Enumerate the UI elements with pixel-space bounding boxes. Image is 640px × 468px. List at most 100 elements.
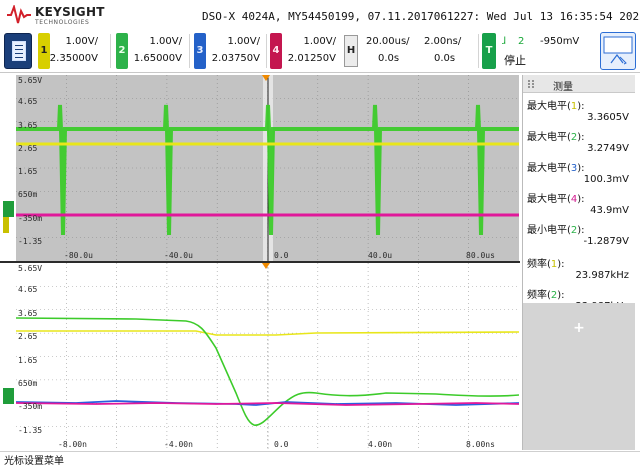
y-axis-label: 2.65	[18, 332, 38, 342]
measurement-name: 最大电平(1):	[527, 101, 585, 112]
measurement-name: 最大电平(3):	[527, 163, 585, 174]
y-axis-label: -350m	[18, 402, 43, 412]
y-axis-label: -350m	[18, 213, 43, 223]
touch-toggle-button[interactable]	[600, 32, 636, 70]
zoom-channel-2-ground-marker[interactable]	[3, 388, 14, 404]
y-axis-label: -1.35	[18, 236, 43, 246]
measurement-name: 频率(1):	[527, 259, 565, 270]
measurement-panel: 测量 最大电平(1): 3.3605V 最大电平(2): 3.2749V 最大电平(3)…	[522, 75, 635, 450]
x-axis-label: -8.00n	[58, 440, 87, 449]
measurement-item[interactable]: 最大电平(4): 43.9mV	[527, 190, 633, 222]
instrument-title: DSO-X 4024A, MY54450199, 07.11.201706122…	[202, 10, 640, 23]
measurement-value: 23.987kHz	[575, 270, 629, 281]
y-axis-label: 5.65V	[18, 264, 43, 273]
footer-divider	[0, 451, 640, 452]
channel-3-scale: 1.00V/	[227, 36, 260, 47]
x-axis-label: 0.0	[274, 440, 289, 449]
channel-4-offset: 2.01250V	[287, 53, 336, 64]
trigger-tag: T	[482, 33, 496, 69]
separator	[189, 34, 190, 68]
zoom-waveform-plot	[16, 263, 519, 450]
trigger-position-marker[interactable]	[262, 75, 270, 81]
measurement-panel-title: 测量	[553, 82, 573, 93]
channel-4-tag: 4	[270, 33, 282, 69]
y-axis-label: 1.65	[18, 355, 38, 365]
x-axis-label: 80.0us	[466, 251, 495, 260]
horizontal-main-scale: 20.00us/	[366, 36, 410, 47]
y-axis-label: -1.35	[18, 425, 43, 435]
channel-2-ground-marker[interactable]	[3, 201, 14, 217]
separator	[110, 34, 111, 68]
horizontal-zoom-scale: 2.00ns/	[424, 36, 462, 47]
main-menu-button[interactable]	[4, 33, 32, 69]
softkey-menu-label: 光标设置菜单	[4, 456, 64, 467]
separator	[478, 34, 479, 68]
x-axis-label: 4.00n	[368, 440, 393, 449]
x-axis-label: 40.0u	[368, 251, 393, 260]
channel-1-offset: 2.35000V	[49, 53, 98, 64]
channel-4-control[interactable]: 4 1.00V/ 2.01250V	[270, 33, 340, 69]
x-axis-label: -4.00n	[164, 440, 193, 449]
measurement-value: 3.3605V	[587, 112, 629, 123]
channel-3-control[interactable]: 3 1.00V/ 2.03750V	[194, 33, 264, 69]
channel-1-tag: 1	[38, 33, 50, 69]
channel-2-tag: 2	[116, 33, 128, 69]
trigger-level: -950mV	[540, 36, 580, 47]
zoom-trigger-position-marker[interactable]	[262, 263, 270, 269]
channel-2-scale: 1.00V/	[149, 36, 182, 47]
measurement-item[interactable]: 最小电平(2): -1.2879V	[527, 221, 633, 253]
measurement-name: 最大电平(2):	[527, 132, 585, 143]
trigger-control[interactable]: T ɺ 2 -950mV 停止	[482, 33, 586, 69]
channel-3-tag: 3	[194, 33, 206, 69]
y-axis-label: 3.65	[18, 308, 38, 318]
zoom-waveform-window[interactable]	[16, 263, 519, 450]
y-axis-label: 650m	[18, 190, 38, 200]
channel-1-scale: 1.00V/	[65, 36, 98, 47]
horizontal-tag: H	[344, 35, 358, 67]
measurement-item[interactable]: 最大电平(2): 3.2749V	[527, 128, 633, 160]
add-measurement-button[interactable]: +	[523, 313, 635, 343]
y-axis-label: 3.65	[18, 120, 38, 130]
measurement-value: 43.9mV	[590, 205, 629, 216]
drag-grip-icon[interactable]	[527, 79, 535, 89]
horizontal-zoom-delay: 0.0s	[434, 53, 456, 64]
channel-1-ground-marker[interactable]	[3, 217, 9, 233]
y-axis-label: 4.65	[18, 97, 38, 107]
trigger-source: 2	[518, 36, 525, 47]
y-axis-label: 2.65	[18, 143, 38, 153]
measurement-item[interactable]: 最大电平(1): 3.3605V	[527, 97, 633, 129]
measurement-item[interactable]: 最大电平(3): 100.3mV	[527, 159, 633, 191]
brand-name: KEYSIGHT	[35, 5, 105, 19]
measurement-name: 最小电平(2):	[527, 225, 585, 236]
acquisition-status: 停止	[504, 54, 526, 67]
y-axis-label: 4.65	[18, 285, 38, 295]
channel-4-scale: 1.00V/	[303, 36, 336, 47]
measurement-value: -1.2879V	[583, 236, 629, 247]
measurement-item[interactable]: 频率(1): 23.987kHz	[527, 255, 633, 287]
y-axis-label: 5.65V	[18, 76, 43, 85]
y-axis-label: 1.65	[18, 167, 38, 176]
channel-3-offset: 2.03750V	[211, 53, 260, 64]
horizontal-control[interactable]: H 20.00us/ 0.0s 2.00ns/ 0.0s	[344, 33, 474, 69]
measurement-name: 最大电平(4):	[527, 194, 585, 205]
x-axis-label: 0.0	[274, 251, 289, 260]
channel-1-control[interactable]: 1 1.00V/ 2.35000V	[38, 33, 102, 69]
brand-sub: TECHNOLOGIES	[35, 19, 90, 26]
separator	[266, 34, 267, 68]
main-waveform-window[interactable]	[16, 75, 519, 261]
keysight-logo: KEYSIGHT TECHNOLOGIES	[6, 2, 116, 28]
keysight-wave-icon	[7, 5, 31, 24]
measurement-value: 3.2749V	[587, 143, 629, 154]
x-axis-label: 8.00ns	[466, 440, 495, 449]
touch-icon	[603, 36, 633, 65]
oscilloscope-screen: KEYSIGHT TECHNOLOGIES DSO-X 4024A, MY544…	[0, 0, 640, 468]
measurement-value: 100.3mV	[583, 174, 629, 185]
channel-2-offset: 1.65000V	[133, 53, 182, 64]
menu-icon	[12, 41, 26, 61]
y-axis-label: 650m	[18, 378, 38, 388]
trigger-edge-icon: ɺ	[502, 36, 507, 47]
horizontal-main-delay: 0.0s	[378, 53, 400, 64]
x-axis-label: -80.0u	[64, 251, 93, 260]
measurement-panel-header[interactable]: 测量	[523, 75, 635, 93]
channel-2-control[interactable]: 2 1.00V/ 1.65000V	[116, 33, 186, 69]
